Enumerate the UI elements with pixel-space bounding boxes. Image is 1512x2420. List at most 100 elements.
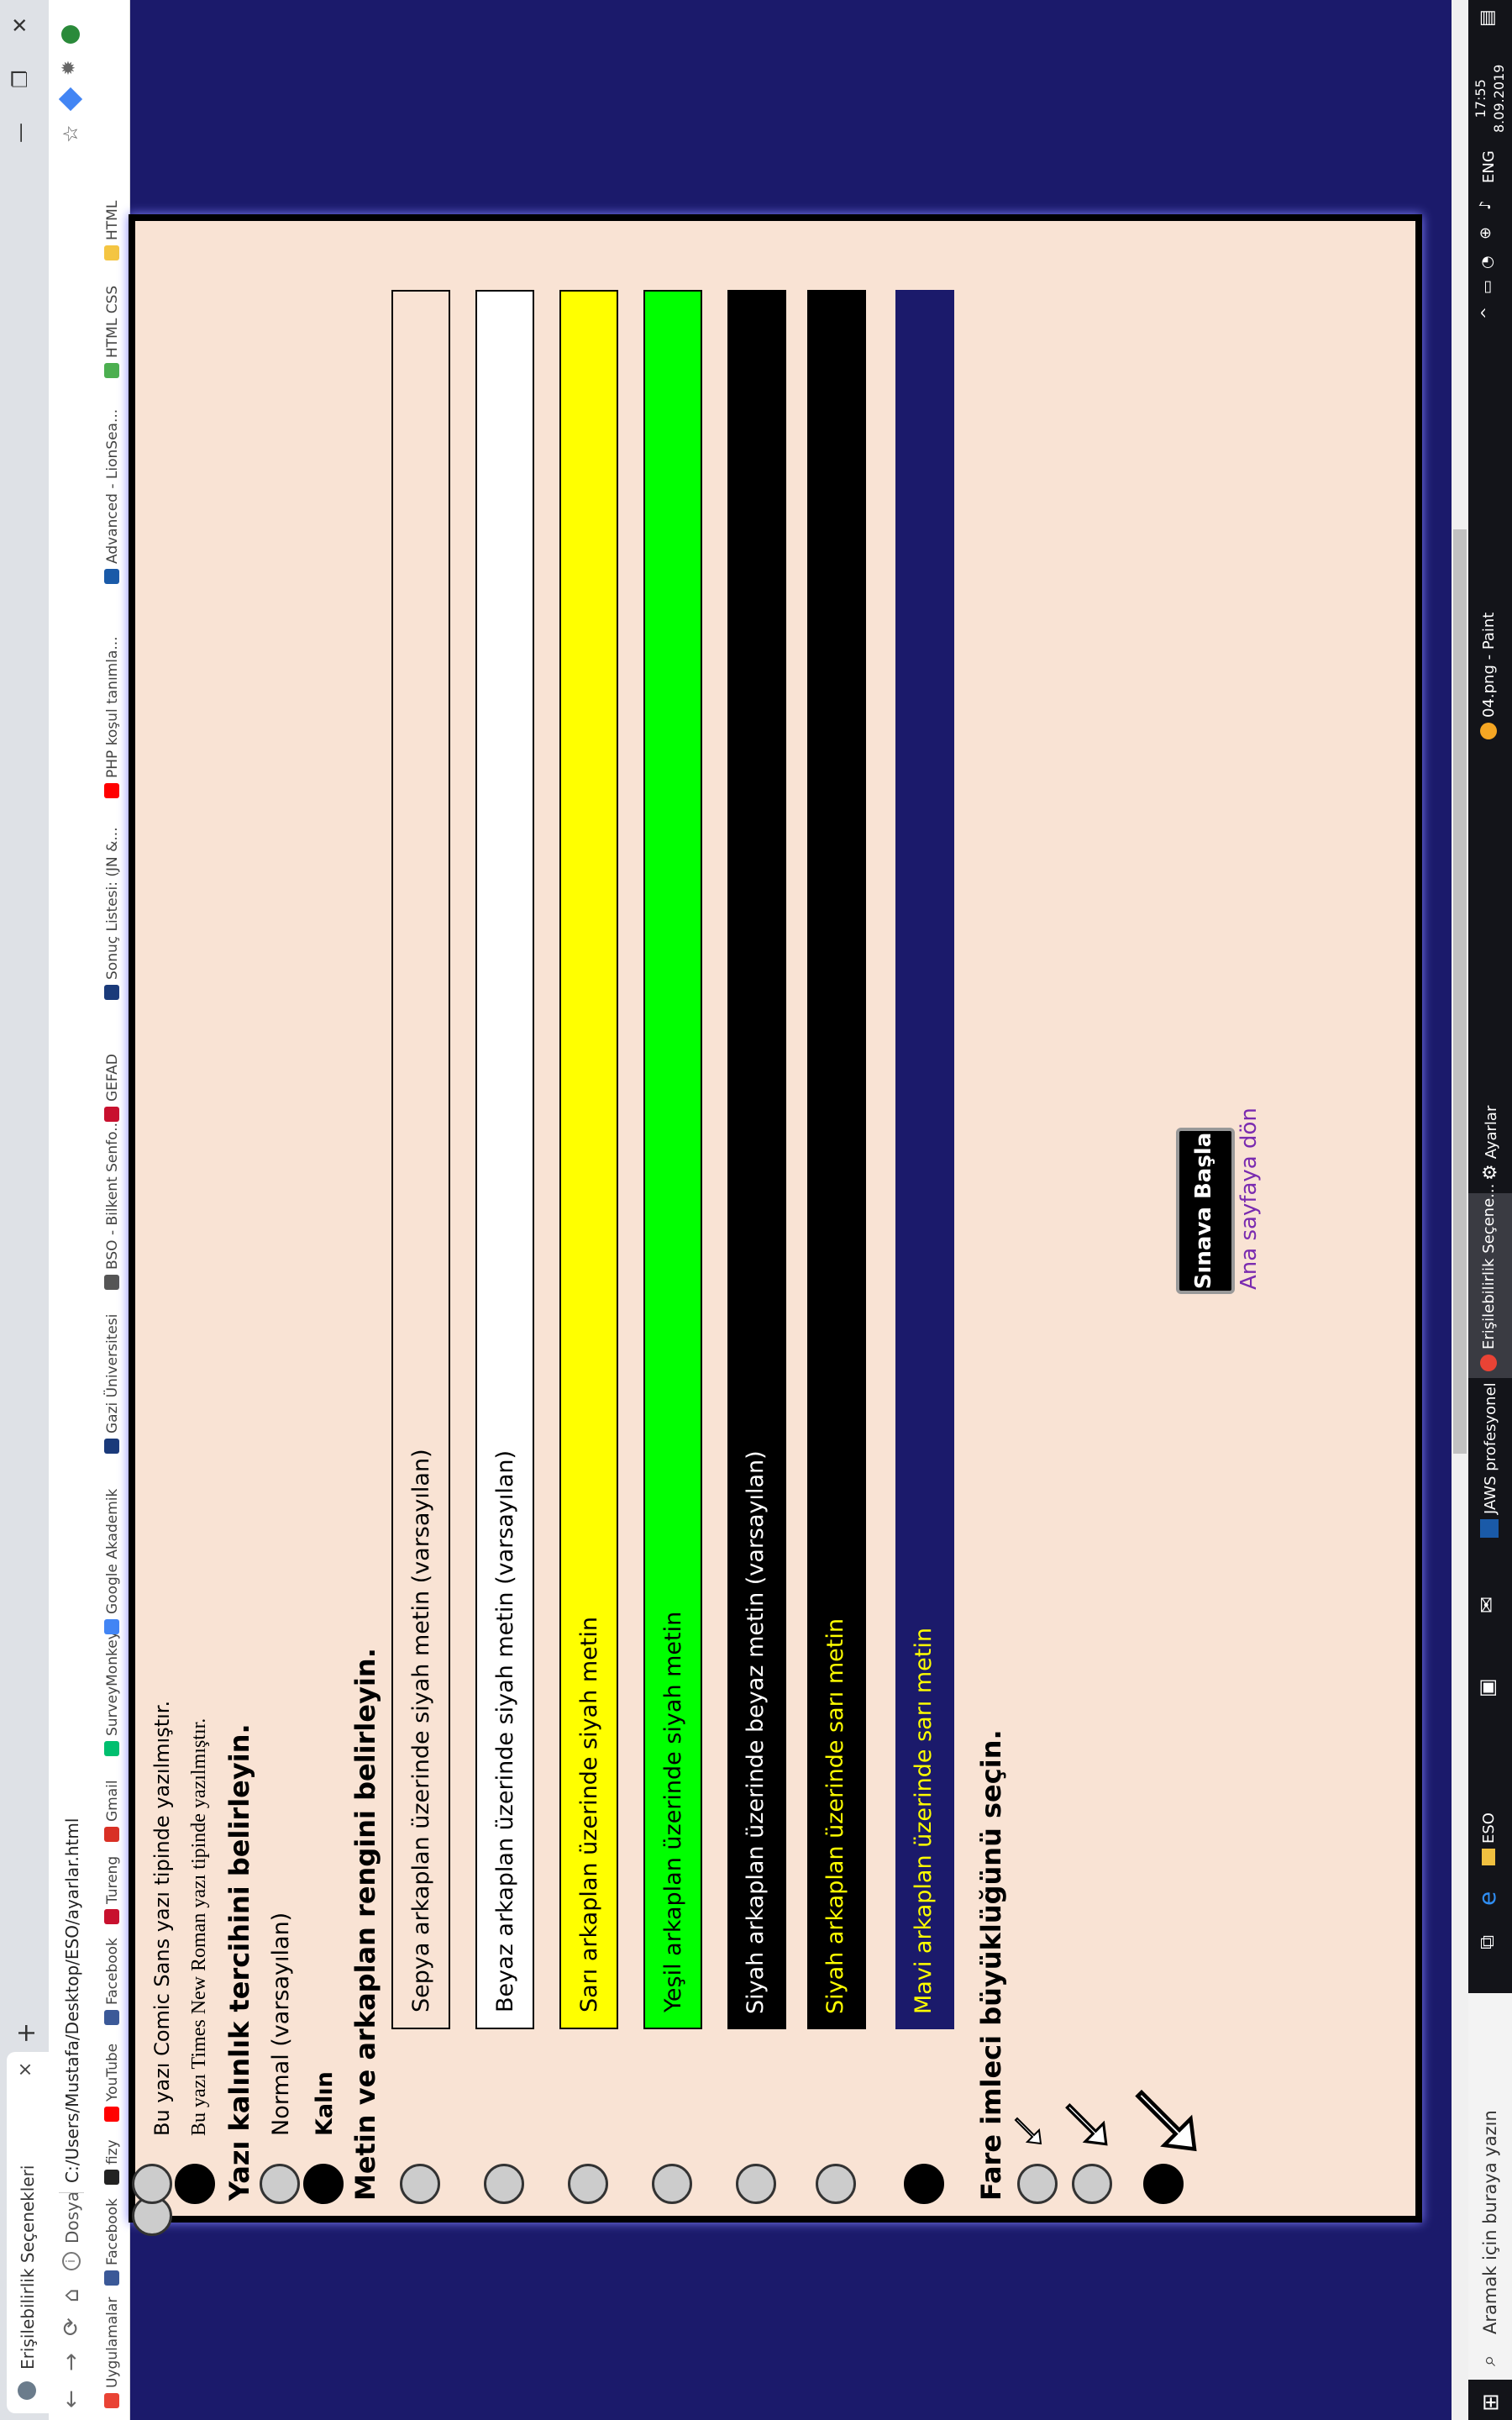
info-icon[interactable]: i: [62, 2252, 81, 2270]
new-tab-button[interactable]: +: [12, 2023, 41, 2044]
tab-active[interactable]: Erişilebilirlik Seçenekleri ×: [7, 2052, 49, 2413]
bookmark-label: Google Akademik: [104, 1488, 121, 1614]
radio-cursor-large[interactable]: [1143, 2164, 1184, 2204]
bookmark-favicon-icon: [104, 2107, 119, 2122]
bookmark-15[interactable]: HTML CSS: [104, 286, 121, 378]
scrollbar-thumb[interactable]: [1453, 529, 1467, 1454]
notification-icon[interactable]: ▤: [1477, 9, 1498, 27]
tab-close-icon[interactable]: ×: [15, 2062, 36, 2077]
globe-icon[interactable]: ⊕: [1477, 227, 1494, 239]
radio-weight-bold[interactable]: [303, 2164, 344, 2204]
bookmark-1[interactable]: Facebook: [104, 2198, 121, 2286]
color-option-0[interactable]: Sepya arkaplan üzerinde siyah metin (var…: [391, 290, 450, 2029]
bookmark-0[interactable]: Uygulamalar: [104, 2297, 121, 2408]
horizontal-scrollbar[interactable]: [1452, 0, 1468, 2420]
radio-font-times[interactable]: [175, 2164, 215, 2204]
home-link[interactable]: Ana sayfaya dön: [1236, 1107, 1262, 1290]
bookmark-favicon-icon: [104, 1741, 119, 1756]
taskbar: ⊞ ⌕ Aramak için buraya yazın ⧉ e ESO ▣ ✉…: [1468, 0, 1512, 2420]
bookmark-16[interactable]: HTML: [104, 201, 121, 260]
bookmark-4[interactable]: Facebook: [104, 1938, 121, 2025]
bookmark-11[interactable]: GEFAD: [104, 1054, 121, 1122]
taskbar-item-eso[interactable]: ESO: [1480, 1812, 1498, 1865]
star-icon[interactable]: ☆: [59, 119, 82, 143]
bookmark-3[interactable]: YouTube: [104, 2044, 121, 2122]
restore-button[interactable]: ❐: [8, 70, 32, 88]
start-exam-button[interactable]: Sınava Başla: [1176, 1128, 1235, 1294]
radio-color-4[interactable]: [736, 2164, 776, 2204]
extension-icon[interactable]: [61, 25, 80, 44]
browser-toolbar: ← → ⟳ ⌂ i Dosya C:/Users/Mustafa/Desktop…: [49, 0, 96, 2420]
weight-normal-label: Normal (varsayılan): [268, 1912, 294, 2136]
radio-color-2[interactable]: [568, 2164, 608, 2204]
bookmark-favicon-icon: [104, 2170, 119, 2185]
cursor-medium-icon: [1059, 2100, 1111, 2152]
gear-icon: ⚙: [1480, 1164, 1501, 1181]
color-option-5[interactable]: Siyah arkaplan üzerinde sarı metin: [807, 290, 866, 2029]
bookmark-14[interactable]: Advanced - LionSea...: [104, 409, 121, 584]
bookmark-9[interactable]: Gazi Üniversitesi: [104, 1314, 121, 1454]
radio-color-6[interactable]: [904, 2164, 944, 2204]
extension-icon[interactable]: ✹: [59, 52, 82, 76]
radio-color-0[interactable]: [400, 2164, 440, 2204]
bookmark-favicon-icon: [104, 2270, 119, 2286]
color-option-4[interactable]: Siyah arkaplan üzerinde beyaz metin (var…: [727, 290, 786, 2029]
network-icon[interactable]: ◔: [1478, 255, 1496, 269]
minimize-button[interactable]: —: [8, 123, 32, 143]
mail-icon[interactable]: ✉: [1475, 1597, 1499, 1613]
battery-icon[interactable]: ▭: [1478, 280, 1496, 294]
clock-date: 8.09.2019: [1491, 64, 1507, 133]
windows-start-icon[interactable]: ⊞: [1478, 2393, 1504, 2412]
taskbar-item-jaws[interactable]: JAWS profesyonel: [1480, 1382, 1499, 1538]
radio-weight-normal[interactable]: [260, 2164, 300, 2204]
close-window-button[interactable]: ✕: [8, 17, 32, 34]
reload-icon[interactable]: ⟳: [59, 2317, 84, 2336]
color-option-3[interactable]: Yeşil arkaplan üzerinde siyah metin: [643, 290, 702, 2029]
home-icon[interactable]: ⌂: [59, 2288, 84, 2302]
task-view-icon[interactable]: ⧉: [1475, 1935, 1499, 1949]
radio-color-1[interactable]: [484, 2164, 524, 2204]
clock[interactable]: 17:55 8.09.2019: [1472, 65, 1509, 133]
bookmark-10[interactable]: BSO - Bilkent Senfo...: [104, 1118, 121, 1290]
taskbar-item-settings[interactable]: ⚙ Ayarlar: [1480, 1106, 1501, 1181]
radio-color-3[interactable]: [652, 2164, 692, 2204]
bookmark-label: YouTube: [104, 2043, 121, 2102]
color-option-6[interactable]: Mavi arkaplan üzerinde sarı metin: [895, 290, 954, 2029]
forward-arrow-icon[interactable]: →: [59, 2353, 84, 2371]
store-icon[interactable]: ▣: [1475, 1678, 1499, 1697]
language-indicator[interactable]: ENG: [1480, 150, 1498, 183]
bookmark-8[interactable]: Google Akademik: [104, 1489, 121, 1634]
address-url[interactable]: C:/Users/Mustafa/Desktop/ESO/ayarlar.htm…: [62, 1818, 82, 2183]
taskbar-item-paint[interactable]: 04.png - Paint: [1480, 613, 1498, 739]
color-option-1[interactable]: Beyaz arkaplan üzerinde siyah metin (var…: [475, 290, 534, 2029]
bookmark-label: HTML CSS: [104, 285, 121, 358]
radio-cursor-small[interactable]: [1017, 2164, 1058, 2204]
radio-color-5[interactable]: [816, 2164, 856, 2204]
edge-icon[interactable]: e: [1473, 1891, 1501, 1906]
bookmark-6[interactable]: Gmail: [104, 1780, 121, 1842]
color-option-2[interactable]: Sarı arkaplan üzerinde siyah metin: [559, 290, 618, 2029]
bookmark-label: SurveyMonkey: [104, 1631, 121, 1736]
radio-font-comic[interactable]: [132, 2164, 172, 2204]
bookmark-favicon-icon: [104, 569, 119, 584]
address-bar[interactable]: i Dosya C:/Users/Mustafa/Desktop/ESO/aya…: [55, 143, 89, 2277]
bookmark-label: fizy: [104, 2139, 121, 2165]
bookmark-label: HTML: [104, 200, 121, 240]
bookmark-favicon-icon: [104, 2010, 119, 2025]
bookmark-5[interactable]: Tureng: [104, 1856, 121, 1924]
taskbar-item-settings-label: Ayarlar: [1483, 1105, 1500, 1160]
bookmark-12[interactable]: Sonuç Listesi: (JN &...: [104, 827, 121, 1000]
bookmark-favicon-icon: [104, 2393, 119, 2408]
bookmark-2[interactable]: fizy: [104, 2139, 121, 2185]
extension-icon[interactable]: [58, 87, 83, 112]
search-icon: ⌕: [1477, 2354, 1500, 2366]
bookmark-13[interactable]: PHP koşul tanımla...: [104, 636, 121, 798]
volume-icon[interactable]: ♪: [1477, 201, 1494, 211]
radio-cursor-medium[interactable]: [1072, 2164, 1112, 2204]
bookmark-label: Facebook: [104, 1938, 121, 2005]
tray-chevron-icon[interactable]: ^: [1478, 307, 1496, 319]
bookmark-7[interactable]: SurveyMonkey: [104, 1631, 121, 1756]
taskbar-search[interactable]: ⌕ Aramak için buraya yazın: [1468, 1993, 1512, 2380]
back-arrow-icon[interactable]: ←: [59, 2390, 84, 2408]
taskbar-item-chrome[interactable]: Erişilebilirlik Seçene...: [1468, 1184, 1512, 1378]
